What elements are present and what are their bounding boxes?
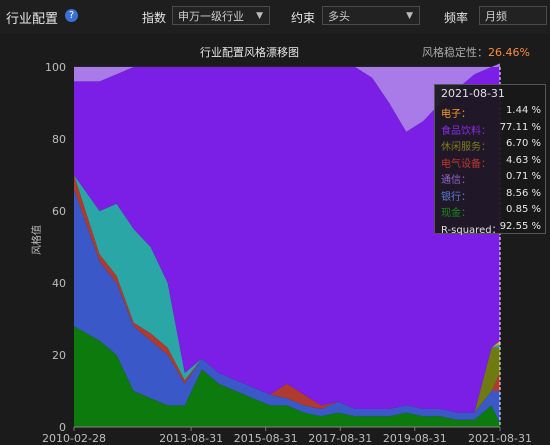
tooltip-series-name: 银行： bbox=[441, 191, 471, 203]
tooltip-series-name: 食品饮料： bbox=[441, 125, 491, 137]
x-tick-label: 2015-08-31 bbox=[234, 432, 298, 445]
tooltip-series-name: 电气设备： bbox=[441, 158, 491, 170]
x-tick-label: 2019-08-31 bbox=[383, 432, 447, 445]
tooltip-series-value: 92.55 % bbox=[499, 220, 541, 232]
tooltip-row: 电气设备： 4.63 % bbox=[441, 154, 541, 170]
tooltip-series-name: 休闲服务： bbox=[441, 142, 491, 153]
tooltip-series-name: R-squared： bbox=[441, 224, 502, 236]
y-tick-label: 60 bbox=[52, 205, 66, 218]
tooltip-date: 2021-08-31 bbox=[441, 87, 505, 100]
y-axis-label: 风格值 bbox=[30, 225, 43, 255]
y-tick-label: 20 bbox=[52, 349, 66, 362]
tooltip-row: 电子： 1.44 % bbox=[441, 105, 541, 120]
tooltip-row: 银行： 8.56 % bbox=[441, 187, 541, 203]
tooltip-series-name: 电子： bbox=[441, 109, 471, 120]
tooltip-series-name: 现金： bbox=[441, 208, 471, 219]
y-tick-label: 80 bbox=[52, 133, 66, 146]
tooltip-series-value: 8.56 % bbox=[506, 187, 541, 199]
tooltip-series-value: 0.85 % bbox=[506, 204, 541, 215]
tooltip-series-value: 0.71 % bbox=[506, 171, 541, 182]
tooltip-row: 休闲服务： 6.70 % bbox=[441, 138, 541, 153]
x-tick-label: 2010-02-28 bbox=[42, 432, 106, 445]
tooltip-series-value: 77.11 % bbox=[499, 121, 541, 133]
tooltip: 2021-08-31 电子： 1.44 % 食品饮料： 77.11 % 休闲服务： 6.7… bbox=[434, 84, 546, 236]
tooltip-series-name: 通信： bbox=[441, 175, 471, 186]
tooltip-series-value: 4.63 % bbox=[506, 154, 541, 166]
x-tick-label: 2017-08-31 bbox=[308, 432, 372, 445]
y-tick-label: 40 bbox=[52, 277, 66, 290]
tooltip-series-value: 1.44 % bbox=[506, 105, 541, 116]
tooltip-row: 现金： 0.85 % bbox=[441, 204, 541, 219]
x-tick-label: 2021-08-31 bbox=[468, 432, 532, 445]
tooltip-row: 食品饮料： 77.11 % bbox=[441, 121, 541, 137]
tooltip-row: 通信： 0.71 % bbox=[441, 171, 541, 186]
tooltip-series-value: 6.70 % bbox=[506, 138, 541, 149]
y-tick-label: 100 bbox=[45, 61, 66, 74]
x-tick-label: 2013-08-31 bbox=[159, 432, 223, 445]
tooltip-row: R-squared： 92.55 % bbox=[441, 220, 541, 236]
